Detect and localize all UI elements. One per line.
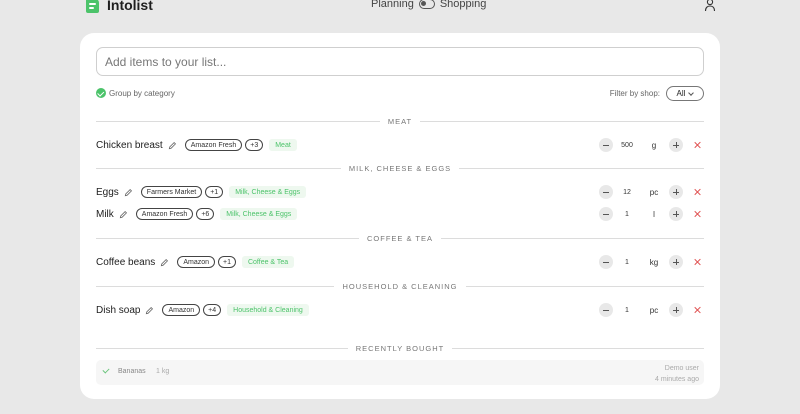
- top-bar: Intolist Planning Shopping: [0, 0, 800, 14]
- item-name[interactable]: Chicken breast: [96, 140, 163, 151]
- category-tag: Meat: [269, 139, 297, 151]
- increase-button[interactable]: [669, 185, 683, 199]
- remove-icon[interactable]: [692, 305, 702, 315]
- section-divider-milk: MILK, CHEESE & EGGS: [96, 162, 705, 174]
- mode-switch: Planning Shopping: [371, 0, 486, 10]
- item-name[interactable]: Eggs: [96, 187, 119, 198]
- more-shops-pill[interactable]: +3: [245, 139, 264, 151]
- item-name[interactable]: Coffee beans: [96, 257, 155, 268]
- unit-label[interactable]: l: [644, 206, 664, 222]
- list-item: Chicken breast Amazon Fresh +3 Meat g: [96, 137, 704, 153]
- more-shops-pill[interactable]: +4: [203, 304, 222, 316]
- section-divider-meat: MEAT: [96, 115, 704, 127]
- more-shops-pill[interactable]: +6: [196, 208, 215, 220]
- decrease-button[interactable]: [599, 255, 613, 269]
- check-circle-icon: [96, 88, 106, 98]
- more-shops-pill[interactable]: +1: [218, 256, 236, 268]
- section-label: HOUSEHOLD & CLEANING: [342, 281, 458, 291]
- shopping-list-card: Group by category Filter by shop: All ME…: [80, 33, 720, 399]
- list-item: Eggs Farmers Market +1 Milk, Cheese & Eg…: [96, 184, 704, 200]
- increase-button[interactable]: [669, 303, 683, 317]
- section-label: MEAT: [387, 116, 413, 126]
- mode-shopping-label: Shopping: [439, 0, 487, 10]
- mode-planning-label: Planning: [371, 0, 414, 10]
- filter-label: Filter by shop:: [609, 89, 660, 98]
- decrease-button[interactable]: [599, 207, 613, 221]
- edit-pencil-icon[interactable]: [119, 210, 128, 219]
- increase-button[interactable]: [669, 207, 683, 221]
- edit-pencil-icon[interactable]: [168, 141, 177, 150]
- brand[interactable]: Intolist: [86, 0, 153, 13]
- recent-item-meta: Demo user 4 minutes ago: [655, 363, 699, 385]
- app-name: Intolist: [107, 0, 153, 13]
- mode-toggle[interactable]: [418, 0, 435, 9]
- item-name[interactable]: Milk: [96, 209, 114, 220]
- remove-icon[interactable]: [692, 209, 702, 219]
- user-icon[interactable]: [703, 0, 717, 12]
- category-tag: Coffee & Tea: [241, 256, 295, 268]
- decrease-button[interactable]: [599, 185, 613, 199]
- edit-pencil-icon[interactable]: [145, 306, 154, 315]
- section-divider-coffee: COFFEE & TEA: [96, 232, 705, 244]
- category-tag: Household & Cleaning: [227, 304, 309, 316]
- quantity-input[interactable]: [617, 138, 637, 152]
- shop-filter: Filter by shop: All: [610, 86, 704, 101]
- category-tag: Milk, Cheese & Eggs: [229, 186, 307, 198]
- quantity-input[interactable]: [617, 185, 637, 199]
- list-item: Milk Amazon Fresh +6 Milk, Cheese & Eggs…: [96, 206, 704, 222]
- unit-label[interactable]: kg: [644, 254, 664, 270]
- shop-pill[interactable]: Amazon Fresh: [184, 139, 243, 151]
- recent-item-qty: 1 kg: [156, 368, 170, 375]
- shop-filter-select[interactable]: All: [666, 86, 704, 101]
- shop-pill[interactable]: Farmers Market: [140, 186, 203, 198]
- recent-item-time: 4 minutes ago: [655, 376, 699, 383]
- list-item: Coffee beans Amazon +1 Coffee & Tea kg: [96, 254, 704, 270]
- section-label: MILK, CHEESE & EGGS: [348, 163, 452, 173]
- quantity-input[interactable]: [617, 303, 637, 317]
- unit-label[interactable]: pc: [644, 302, 664, 318]
- quantity-input[interactable]: [617, 207, 637, 221]
- edit-pencil-icon[interactable]: [160, 258, 169, 267]
- add-item-input[interactable]: [96, 47, 704, 76]
- shop-pill[interactable]: Amazon Fresh: [135, 208, 194, 220]
- quantity-input[interactable]: [617, 255, 637, 269]
- item-name[interactable]: Dish soap: [96, 305, 140, 316]
- group-by-category-toggle[interactable]: Group by category: [96, 88, 175, 98]
- more-shops-pill[interactable]: +1: [205, 186, 224, 198]
- list-item: Dish soap Amazon +4 Household & Cleaning…: [96, 302, 704, 318]
- section-divider-household: HOUSEHOLD & CLEANING: [96, 280, 704, 292]
- list-logo-icon: [86, 0, 99, 13]
- shop-pill[interactable]: Amazon: [162, 304, 201, 316]
- section-label: RECENTLY BOUGHT: [355, 343, 445, 353]
- increase-button[interactable]: [669, 138, 683, 152]
- increase-button[interactable]: [669, 255, 683, 269]
- remove-icon[interactable]: [692, 187, 702, 197]
- category-tag: Milk, Cheese & Eggs: [220, 208, 298, 220]
- remove-icon[interactable]: [692, 140, 702, 150]
- unit-label[interactable]: pc: [644, 184, 664, 200]
- shop-pill[interactable]: Amazon: [177, 256, 215, 268]
- section-divider-recent: RECENTLY BOUGHT: [96, 342, 705, 354]
- recent-item-name: Bananas: [118, 368, 146, 375]
- recent-item-user: Demo user: [664, 365, 699, 372]
- decrease-button[interactable]: [599, 138, 613, 152]
- decrease-button[interactable]: [599, 303, 613, 317]
- group-by-category-label: Group by category: [109, 88, 175, 98]
- check-icon: [102, 366, 110, 374]
- remove-icon[interactable]: [692, 257, 702, 267]
- edit-pencil-icon[interactable]: [124, 188, 133, 197]
- filter-value: All: [676, 89, 686, 98]
- section-label: COFFEE & TEA: [366, 233, 434, 243]
- chevron-down-icon: [688, 89, 695, 96]
- toggle-knob: [420, 1, 426, 6]
- recent-item[interactable]: Bananas 1 kg Demo user 4 minutes ago: [96, 360, 704, 385]
- unit-label[interactable]: g: [644, 137, 664, 153]
